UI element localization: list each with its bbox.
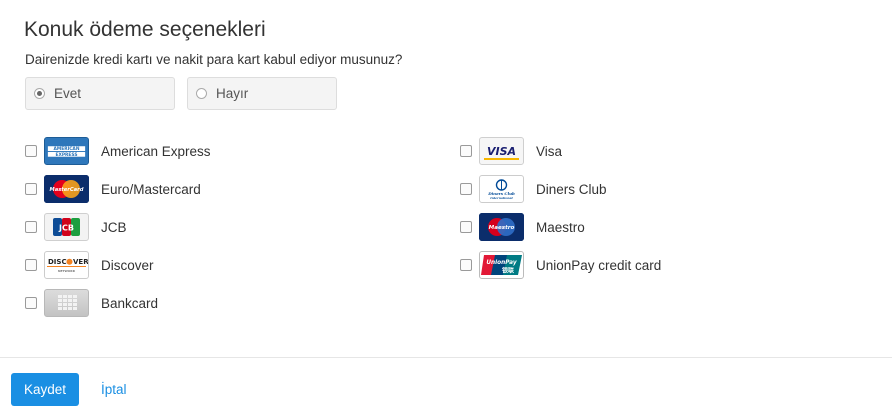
diners-logo-subtext: International (489, 196, 513, 200)
unionpay-logo: UnionPay 银联 (479, 251, 524, 279)
card-label-amex: American Express (101, 143, 211, 159)
amex-logo-text-bottom: EXPRESS (55, 152, 77, 158)
unionpay-logo-text: UnionPay (486, 260, 517, 266)
card-option-maestro[interactable]: Maestro Maestro (460, 212, 585, 242)
checkbox-unionpay[interactable] (460, 259, 472, 271)
card-label-visa: Visa (536, 143, 563, 159)
amex-logo: AMERICAN EXPRESS (44, 137, 89, 165)
maestro-logo-text: Maestro (489, 225, 515, 231)
discover-logo-word-end: VER (73, 258, 88, 266)
bankcard-grid-icon (58, 295, 77, 310)
card-option-bankcard[interactable]: Bankcard (25, 288, 158, 318)
mastercard-logo: MasterCard (44, 175, 89, 203)
card-option-visa[interactable]: VISA Visa (460, 136, 562, 166)
mastercard-logo-text: MasterCard (50, 187, 84, 193)
amex-logo-text-top: AMERICAN (54, 146, 80, 152)
save-button[interactable]: Kaydet (11, 373, 79, 406)
card-option-mastercard[interactable]: MasterCard Euro/Mastercard (25, 174, 201, 204)
checkbox-diners[interactable] (460, 183, 472, 195)
checkbox-jcb[interactable] (25, 221, 37, 233)
card-label-discover: Discover (101, 257, 154, 273)
card-label-diners: Diners Club (536, 181, 607, 197)
checkbox-mastercard[interactable] (25, 183, 37, 195)
card-label-unionpay: UnionPay credit card (536, 257, 662, 273)
visa-logo-text: VISA (487, 145, 516, 158)
footer-divider (0, 357, 892, 358)
checkbox-maestro[interactable] (460, 221, 472, 233)
bankcard-logo (44, 289, 89, 317)
discover-logo: DISC VER NETWORK (44, 251, 89, 279)
radio-yes-label: Evet (54, 86, 82, 101)
checkbox-bankcard[interactable] (25, 297, 37, 309)
card-option-jcb[interactable]: JCB JCB (25, 212, 127, 242)
card-label-mastercard: Euro/Mastercard (101, 181, 201, 197)
checkbox-visa[interactable] (460, 145, 472, 157)
card-label-maestro: Maestro (536, 219, 585, 235)
visa-logo: VISA (479, 137, 524, 165)
payment-question: Dairenizde kredi kartı ve nakit para kar… (25, 52, 403, 67)
checkbox-discover[interactable] (25, 259, 37, 271)
maestro-logo: Maestro (479, 213, 524, 241)
checkbox-amex[interactable] (25, 145, 37, 157)
card-option-diners[interactable]: Diners Club International Diners Club (460, 174, 607, 204)
diners-club-logo: Diners Club International (479, 175, 524, 203)
card-option-discover[interactable]: DISC VER NETWORK Discover (25, 250, 154, 280)
card-option-unionpay[interactable]: UnionPay 银联 UnionPay credit card (460, 250, 661, 280)
unionpay-logo-cn-text: 银联 (502, 267, 514, 275)
jcb-logo: JCB (44, 213, 89, 241)
jcb-logo-text: JCB (58, 224, 74, 233)
radio-option-yes[interactable]: Evet (25, 77, 175, 110)
card-label-bankcard: Bankcard (101, 295, 159, 311)
radio-option-no[interactable]: Hayır (187, 77, 337, 110)
discover-logo-network: NETWORK (58, 269, 76, 273)
card-option-amex[interactable]: AMERICAN EXPRESS American Express (25, 136, 211, 166)
radio-no-indicator[interactable] (196, 88, 207, 99)
discover-logo-word: DISC (48, 258, 67, 266)
page-title: Konuk ödeme seçenekleri (24, 18, 266, 41)
cancel-link[interactable]: İptal (101, 382, 127, 397)
radio-no-label: Hayır (216, 86, 249, 101)
radio-yes-indicator[interactable] (34, 88, 45, 99)
card-label-jcb: JCB (101, 219, 127, 235)
